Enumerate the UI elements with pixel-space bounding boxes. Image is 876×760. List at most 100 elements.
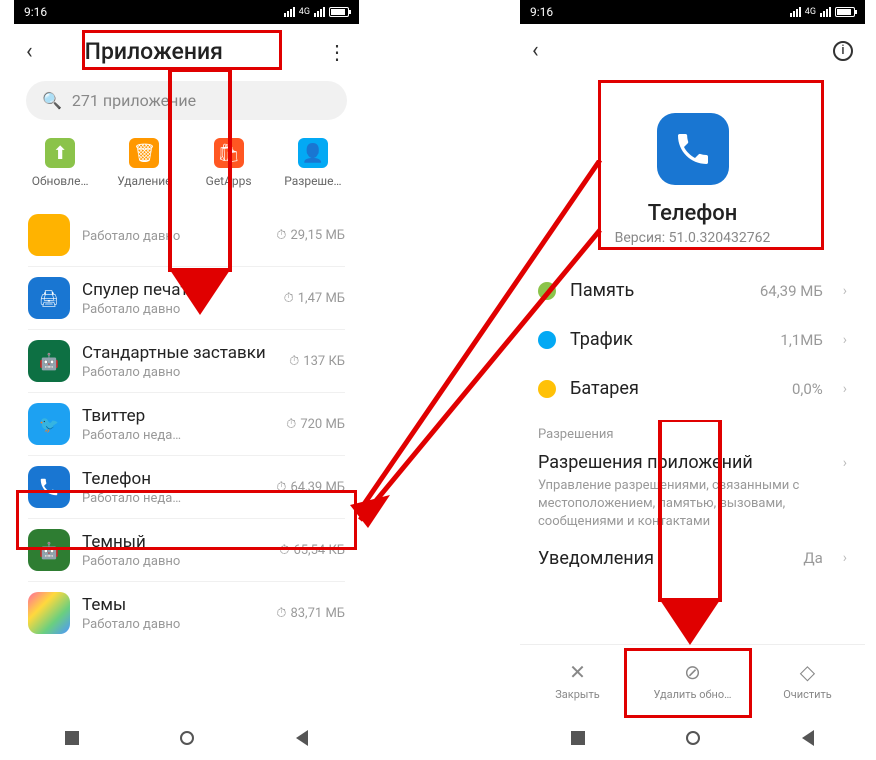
search-input[interactable]: 🔍 271 приложение: [26, 81, 347, 120]
list-item[interactable]: Темы Работало давно ⏱ 83,71 МБ: [14, 582, 359, 644]
app-size: ⏱ 137 КБ: [289, 354, 345, 369]
nav-bar: [520, 716, 865, 760]
chevron-right-icon: ›: [843, 381, 847, 397]
signal-icon: [790, 7, 801, 17]
app-name: Темы: [82, 595, 264, 615]
app-sub: Работало неда…: [82, 491, 264, 506]
action-button[interactable]: ✕Закрыть: [520, 645, 635, 716]
app-size: ⏱ 1,47 МБ: [284, 291, 345, 306]
chevron-right-icon: ›: [843, 455, 847, 471]
status-right: 4G: [284, 7, 349, 17]
clock-icon: ⏱: [276, 480, 286, 495]
action-button[interactable]: ⊘ Удалить обно…: [635, 645, 750, 716]
app-sub: Работало давно: [82, 617, 264, 632]
app-name: Спулер печати: [82, 280, 272, 300]
app-size: ⏱ 83,71 МБ: [276, 606, 345, 621]
list-item[interactable]: Телефон Работало неда… ⏱ 64,39 МБ: [14, 456, 359, 518]
signal-icon-2: [820, 7, 831, 17]
nav-back[interactable]: [296, 730, 308, 746]
app-info: Телефон Работало неда…: [82, 469, 264, 506]
app-name: Темный: [82, 532, 267, 552]
action-button[interactable]: ◇Очистить: [750, 645, 865, 716]
store-icon: 🛍: [214, 138, 244, 168]
cat-label: GetApps: [206, 174, 252, 188]
action-icon: ⊘: [684, 660, 701, 684]
status-bar: 9:16 4G: [14, 0, 359, 24]
list-item[interactable]: 🤖 Темный Работало давно ⏱ 65,54 КБ: [14, 519, 359, 581]
phone-app-icon: [657, 113, 729, 185]
nav-home[interactable]: [180, 731, 194, 745]
nav-recents[interactable]: [65, 731, 79, 745]
app-icon: 🐦: [28, 403, 70, 445]
perm-title: Разрешения приложений: [538, 452, 823, 473]
clock-icon: ⏱: [276, 228, 286, 243]
detail-label: Батарея: [570, 378, 778, 399]
app-icon: [28, 592, 70, 634]
list-item[interactable]: 🐦 Твиттер Работало неда… ⏱ 720 МБ: [14, 393, 359, 455]
cat-permissions[interactable]: 👤Разреше…: [273, 138, 353, 188]
detail-row[interactable]: Трафик 1,1МБ ›: [520, 315, 865, 364]
status-time: 9:16: [24, 5, 47, 19]
cat-label: Разреше…: [284, 174, 341, 188]
action-icon: ◇: [800, 660, 815, 684]
topbar: ‹ Приложения ⋮: [14, 24, 359, 75]
app-sub: Работало давно: [82, 365, 277, 380]
signal-icon-2: [314, 7, 325, 17]
chevron-right-icon: ›: [843, 283, 847, 299]
back-icon[interactable]: ‹: [532, 38, 539, 63]
detail-row[interactable]: Память 64,39 МБ ›: [520, 266, 865, 315]
list-item[interactable]: 🖨 Спулер печати Работало давно ⏱ 1,47 МБ: [14, 267, 359, 329]
status-time: 9:16: [530, 5, 553, 19]
clock-icon: ⏱: [284, 291, 294, 306]
detail-label: Память: [570, 280, 746, 301]
cat-delete[interactable]: 🗑Удаление: [104, 138, 184, 188]
app-list[interactable]: Работало давно ⏱ 29,15 МБ🖨 Спулер печати…: [14, 204, 359, 644]
cat-label: Обновле…: [32, 174, 89, 188]
action-icon: ✕: [569, 660, 586, 684]
app-info: Темный Работало давно: [82, 532, 267, 569]
chevron-right-icon: ›: [843, 550, 847, 566]
app-name: Телефон: [82, 469, 264, 489]
app-sub: Работало неда…: [82, 428, 274, 443]
detail-row[interactable]: Батарея 0,0% ›: [520, 364, 865, 413]
info-icon[interactable]: i: [833, 41, 853, 61]
cat-getapps[interactable]: 🛍 GetApps: [189, 138, 269, 188]
page-title: Приложения: [45, 38, 315, 65]
app-sub: Работало давно: [82, 229, 264, 244]
trash-icon: 🗑: [129, 138, 159, 168]
more-icon[interactable]: ⋮: [327, 40, 347, 64]
perm-desc: Управление разрешениями, связанными с ме…: [520, 477, 865, 542]
app-info: Темы Работало давно: [82, 595, 264, 632]
list-item[interactable]: 🤖 Стандартные заставки Работало давно ⏱ …: [14, 330, 359, 392]
app-hero: Телефон Версия: 51.0.320432762: [520, 73, 865, 266]
category-row: ⬆Обновле… 🗑Удаление 🛍 GetApps 👤Разреше…: [14, 134, 359, 204]
nav-back[interactable]: [802, 730, 814, 746]
back-icon[interactable]: ‹: [26, 39, 33, 64]
notif-val: Да: [803, 549, 822, 567]
list-item[interactable]: Работало давно ⏱ 29,15 МБ: [14, 204, 359, 266]
notif-row[interactable]: Уведомления Да ›: [520, 542, 865, 583]
status-bar: 9:16 4G: [520, 0, 865, 24]
app-size: ⏱ 64,39 МБ: [276, 480, 345, 495]
status-net: 4G: [299, 7, 310, 17]
perm-row[interactable]: Разрешения приложений ›: [520, 448, 865, 477]
perm-section: Разрешения: [520, 413, 865, 448]
action-bar: ✕Закрыть ⊘ Удалить обно… ◇Очистить: [520, 644, 865, 716]
signal-icon: [284, 7, 295, 17]
notif-label: Уведомления: [538, 548, 789, 569]
app-size: ⏱ 720 МБ: [286, 417, 345, 432]
clock-icon: ⏱: [279, 543, 289, 558]
action-label: Удалить обно…: [653, 688, 731, 701]
app-icon: 🖨: [28, 277, 70, 319]
app-icon: 🤖: [28, 340, 70, 382]
nav-recents[interactable]: [571, 731, 585, 745]
app-icon: [28, 214, 70, 256]
cat-updates[interactable]: ⬆Обновле…: [20, 138, 100, 188]
hero-name: Телефон: [648, 201, 738, 226]
app-name: Стандартные заставки: [82, 343, 277, 363]
nav-home[interactable]: [686, 731, 700, 745]
detail-value: 0,0%: [792, 380, 823, 398]
search-icon: 🔍: [42, 91, 62, 110]
detail-label: Трафик: [570, 329, 766, 350]
app-info: Работало давно: [82, 227, 264, 244]
